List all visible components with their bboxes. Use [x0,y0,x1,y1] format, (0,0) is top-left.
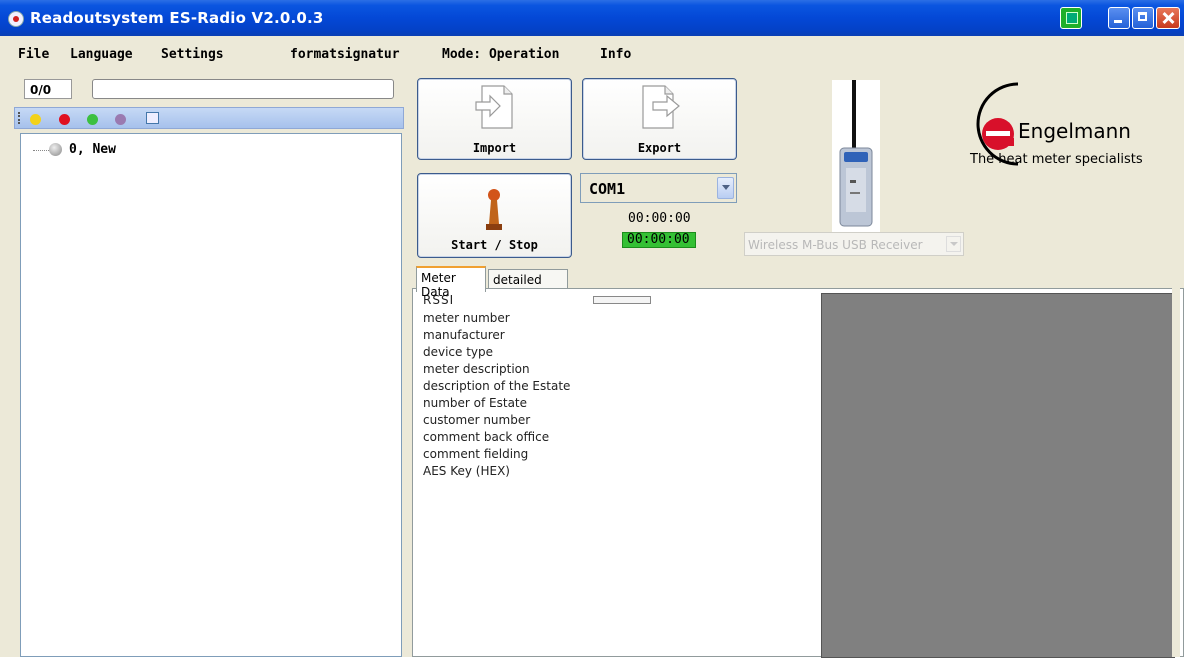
com-port-value: COM1 [589,180,626,198]
record-counter: 0/0 [24,79,72,99]
field-estate-number: number of Estate [423,396,528,410]
rssi-bar [593,296,651,304]
tab-meter-data[interactable]: Meter Data [416,266,486,299]
yellow-filter-dot[interactable] [30,114,41,125]
chevron-down-icon[interactable] [946,236,961,252]
field-meter-description: meter description [423,362,530,376]
search-input[interactable] [92,79,394,99]
red-filter-dot[interactable] [59,114,70,125]
field-manufacturer: manufacturer [423,328,505,342]
company-tagline: The heat meter specialists [970,152,1143,167]
field-device-type: device type [423,345,494,359]
window-border [1172,288,1180,657]
meter-tree[interactable]: 0, New [20,133,402,657]
meter-data-panel: RSSI meter number manufacturer device ty… [412,288,1184,658]
detail-view-area [821,293,1175,658]
import-button[interactable]: Import [417,78,572,160]
status-timer: 00:00:00 [622,232,696,248]
receiver-device-image [832,80,880,232]
menu-mode-operation[interactable]: Mode: Operation [442,47,559,62]
tree-node-new[interactable]: 0, New [69,142,116,157]
field-comment-fielding: comment fielding [423,447,529,461]
com-port-select[interactable]: COM1 [580,173,737,203]
filter-toolbar [14,107,404,129]
receiver-select-value: Wireless M-Bus USB Receiver [748,238,923,252]
field-estate-description: description of the Estate [423,379,571,393]
field-customer-number: customer number [423,413,531,427]
export-label: Export [637,141,682,155]
app-icon [8,11,24,27]
node-icon [49,143,62,156]
minimize-button[interactable] [1108,7,1130,29]
toolbar-grip[interactable] [18,112,22,124]
export-button[interactable]: Export [582,78,737,160]
company-name: Engelmann [1018,119,1131,143]
filter-reset-icon[interactable] [146,112,159,124]
menu-formatsignatur[interactable]: formatsignatur [290,47,400,62]
chevron-down-icon[interactable] [717,177,734,199]
lever-icon [486,189,502,230]
usb-receiver-icon [839,80,873,227]
window-title: Readoutsystem ES-Radio V2.0.0.3 [30,9,324,27]
purple-filter-dot[interactable] [115,114,126,125]
tray-icon[interactable] [1060,7,1082,29]
tab-strip: Meter Data detailed Info [412,264,1184,301]
title-bar[interactable]: Readoutsystem ES-Radio V2.0.0.3 [0,0,1184,36]
import-label: Import [472,141,517,155]
receiver-select[interactable]: Wireless M-Bus USB Receiver [744,232,964,256]
menu-file[interactable]: File [18,47,49,62]
menu-language[interactable]: Language [70,47,133,62]
menu-info[interactable]: Info [600,47,631,62]
field-comment-back-office: comment back office [423,430,550,444]
engelmann-logo: Engelmann The heat meter specialists [960,76,1180,196]
maximize-button[interactable] [1132,7,1154,29]
field-meter-number: meter number [423,311,510,325]
green-filter-dot[interactable] [87,114,98,125]
export-icon [642,85,680,129]
start-stop-button[interactable]: Start / Stop [417,173,572,258]
field-aes-key: AES Key (HEX) [423,464,510,478]
elapsed-timer: 00:00:00 [628,211,691,226]
close-button[interactable] [1156,7,1180,29]
import-icon [475,85,513,129]
menu-settings[interactable]: Settings [161,47,224,62]
start-stop-label: Start / Stop [451,238,538,252]
main-window: Readoutsystem ES-Radio V2.0.0.3 File Lan… [0,0,1184,658]
menu-bar: File Language Settings formatsignatur Mo… [0,36,1184,72]
